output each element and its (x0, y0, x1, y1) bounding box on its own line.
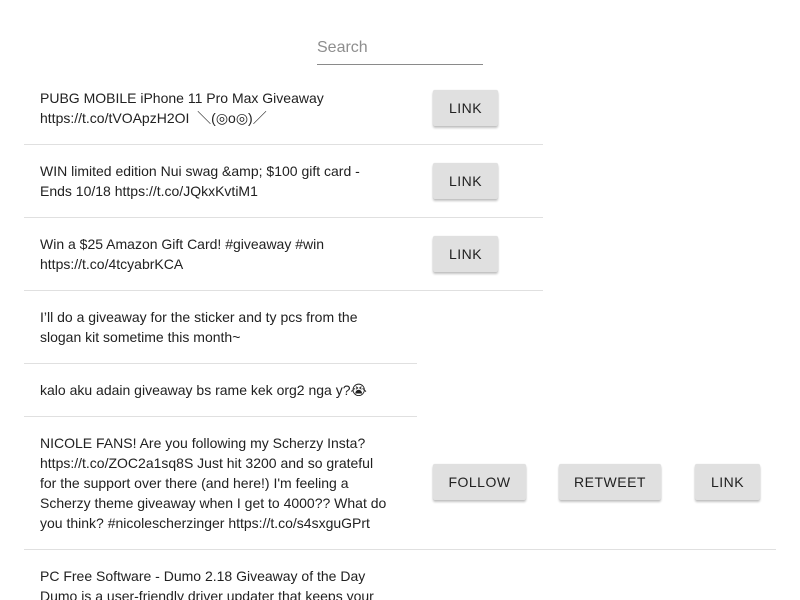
search-input[interactable] (317, 34, 483, 62)
search-field (317, 34, 483, 65)
tweet-text: WIN limited edition Nui swag &amp; $100 … (40, 163, 360, 199)
tweet-text: Win a $25 Amazon Gift Card! #giveaway #w… (40, 236, 325, 272)
tweet-row: PC Free Software - Dumo 2.18 Giveaway of… (24, 550, 776, 600)
tweet-text: I’ll do a giveaway for the sticker and t… (40, 309, 358, 345)
tweet-row: WIN limited edition Nui swag &amp; $100 … (24, 145, 543, 218)
follow-button[interactable]: FOLLOW (433, 464, 526, 500)
link-button[interactable]: LINK (433, 163, 498, 199)
tweet-text: PUBG MOBILE iPhone 11 Pro Max Giveaway h… (40, 90, 324, 126)
tweet-row: Win a $25 Amazon Gift Card! #giveaway #w… (24, 218, 543, 291)
link-button[interactable]: LINK (695, 464, 760, 500)
tweet-text: kalo aku adain giveaway bs rame kek org2… (40, 382, 367, 398)
tweet-list-page: PUBG MOBILE iPhone 11 Pro Max Giveaway h… (0, 0, 800, 600)
tweet-row: I’ll do a giveaway for the sticker and t… (24, 291, 417, 364)
tweet-row: NICOLE FANS! Are you following my Scherz… (24, 417, 776, 550)
retweet-button[interactable]: RETWEET (559, 464, 661, 500)
link-button[interactable]: LINK (433, 90, 498, 126)
tweet-text: PC Free Software - Dumo 2.18 Giveaway of… (40, 568, 374, 600)
tweet-row: PUBG MOBILE iPhone 11 Pro Max Giveaway h… (24, 81, 543, 145)
tweet-row: kalo aku adain giveaway bs rame kek org2… (24, 364, 417, 417)
tweet-text: NICOLE FANS! Are you following my Scherz… (40, 435, 387, 531)
link-button[interactable]: LINK (433, 236, 498, 272)
